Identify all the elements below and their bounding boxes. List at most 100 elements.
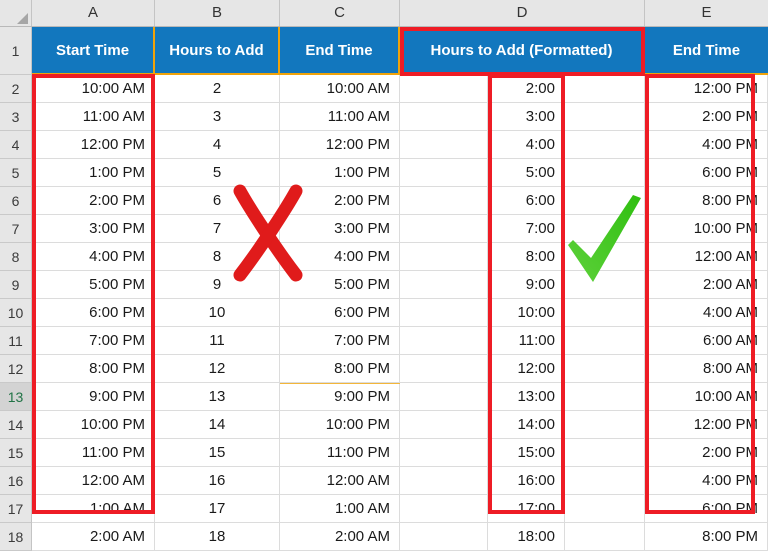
cell-a16[interactable]: 12:00 AM [32,467,155,495]
cell-c1-header[interactable]: End Time [280,27,400,75]
cell-b13[interactable]: 13 [155,383,280,411]
cell-d14[interactable]: 14:00 [488,411,565,439]
cell-d12[interactable]: 12:00 [488,355,565,383]
cell-b11[interactable]: 11 [155,327,280,355]
cell-dblank216[interactable] [565,467,645,495]
cell-dblank210[interactable] [565,299,645,327]
cell-dblank29[interactable] [565,271,645,299]
cell-dblank217[interactable] [565,495,645,523]
cell-a14[interactable]: 10:00 PM [32,411,155,439]
cell-dblank17[interactable] [400,495,488,523]
cell-e18[interactable]: 8:00 PM [645,523,768,551]
cell-a10[interactable]: 6:00 PM [32,299,155,327]
cell-d8[interactable]: 8:00 [488,243,565,271]
cell-b15[interactable]: 15 [155,439,280,467]
row-header-18[interactable]: 18 [0,523,32,551]
cell-c7[interactable]: 3:00 PM [280,215,400,243]
cell-e14[interactable]: 12:00 PM [645,411,768,439]
cell-d6[interactable]: 6:00 [488,187,565,215]
cell-d16[interactable]: 16:00 [488,467,565,495]
cell-a8[interactable]: 4:00 PM [32,243,155,271]
select-all-corner[interactable] [0,0,32,26]
cell-a13[interactable]: 9:00 PM [32,383,155,411]
row-header-7[interactable]: 7 [0,215,32,243]
cell-a9[interactable]: 5:00 PM [32,271,155,299]
row-header-5[interactable]: 5 [0,159,32,187]
cell-e7[interactable]: 10:00 PM [645,215,768,243]
cell-dblank10[interactable] [400,299,488,327]
row-header-8[interactable]: 8 [0,243,32,271]
cell-e1-header[interactable]: End Time [645,27,768,75]
cell-b10[interactable]: 10 [155,299,280,327]
row-header-11[interactable]: 11 [0,327,32,355]
row-header-12[interactable]: 12 [0,355,32,383]
cell-dblank6[interactable] [400,187,488,215]
column-header-e[interactable]: E [645,0,768,26]
cell-d2[interactable]: 2:00 [488,75,565,103]
cell-e15[interactable]: 2:00 PM [645,439,768,467]
row-header-14[interactable]: 14 [0,411,32,439]
cell-dblank4[interactable] [400,131,488,159]
cell-dblank212[interactable] [565,355,645,383]
cell-c9[interactable]: 5:00 PM [280,271,400,299]
cell-a12[interactable]: 8:00 PM [32,355,155,383]
cell-c14[interactable]: 10:00 PM [280,411,400,439]
cell-d3[interactable]: 3:00 [488,103,565,131]
cell-d11[interactable]: 11:00 [488,327,565,355]
cell-c8[interactable]: 4:00 PM [280,243,400,271]
cell-a2[interactable]: 10:00 AM [32,75,155,103]
cell-e17[interactable]: 6:00 PM [645,495,768,523]
column-header-a[interactable]: A [32,0,155,26]
cell-a4[interactable]: 12:00 PM [32,131,155,159]
cell-b16[interactable]: 16 [155,467,280,495]
cell-dblank13[interactable] [400,383,488,411]
cell-b18[interactable]: 18 [155,523,280,551]
row-header-2[interactable]: 2 [0,75,32,103]
cell-b3[interactable]: 3 [155,103,280,131]
cell-b2[interactable]: 2 [155,75,280,103]
cell-dblank14[interactable] [400,411,488,439]
cell-c18[interactable]: 2:00 AM [280,523,400,551]
spreadsheet-grid[interactable]: A B C D E 1 2 10:00 AM 2 10:00 AM 2:00 12:00 P… [0,0,768,551]
cell-c17[interactable]: 1:00 AM [280,495,400,523]
cell-d13[interactable]: 13:00 [488,383,565,411]
cell-dblank12[interactable] [400,355,488,383]
cell-dblank16[interactable] [400,467,488,495]
cell-c6[interactable]: 2:00 PM [280,187,400,215]
cell-d1-header[interactable]: Hours to Add (Formatted) [400,27,645,75]
cell-b8[interactable]: 8 [155,243,280,271]
cell-dblank25[interactable] [565,159,645,187]
cell-c13[interactable]: 9:00 PM [280,383,400,411]
row-header-17[interactable]: 17 [0,495,32,523]
cell-b14[interactable]: 14 [155,411,280,439]
cell-d17[interactable]: 17:00 [488,495,565,523]
cell-e11[interactable]: 6:00 AM [645,327,768,355]
cell-b12[interactable]: 12 [155,355,280,383]
cell-e13[interactable]: 10:00 AM [645,383,768,411]
cell-c3[interactable]: 11:00 AM [280,103,400,131]
cell-c12[interactable]: 8:00 PM [280,355,400,383]
row-header-16[interactable]: 16 [0,467,32,495]
cell-e8[interactable]: 12:00 AM [645,243,768,271]
cell-dblank7[interactable] [400,215,488,243]
cell-dblank11[interactable] [400,327,488,355]
cell-e9[interactable]: 2:00 AM [645,271,768,299]
cell-dblank15[interactable] [400,439,488,467]
cell-dblank23[interactable] [565,103,645,131]
column-header-b[interactable]: B [155,0,280,26]
cell-dblank213[interactable] [565,383,645,411]
cell-c5[interactable]: 1:00 PM [280,159,400,187]
cell-dblank27[interactable] [565,215,645,243]
cell-c4[interactable]: 12:00 PM [280,131,400,159]
cell-a5[interactable]: 1:00 PM [32,159,155,187]
cell-dblank8[interactable] [400,243,488,271]
cell-d18[interactable]: 18:00 [488,523,565,551]
cell-e4[interactable]: 4:00 PM [645,131,768,159]
cell-dblank218[interactable] [565,523,645,551]
cell-d15[interactable]: 15:00 [488,439,565,467]
cell-a6[interactable]: 2:00 PM [32,187,155,215]
cell-d10[interactable]: 10:00 [488,299,565,327]
cell-e6[interactable]: 8:00 PM [645,187,768,215]
row-header-9[interactable]: 9 [0,271,32,299]
cell-dblank18[interactable] [400,523,488,551]
